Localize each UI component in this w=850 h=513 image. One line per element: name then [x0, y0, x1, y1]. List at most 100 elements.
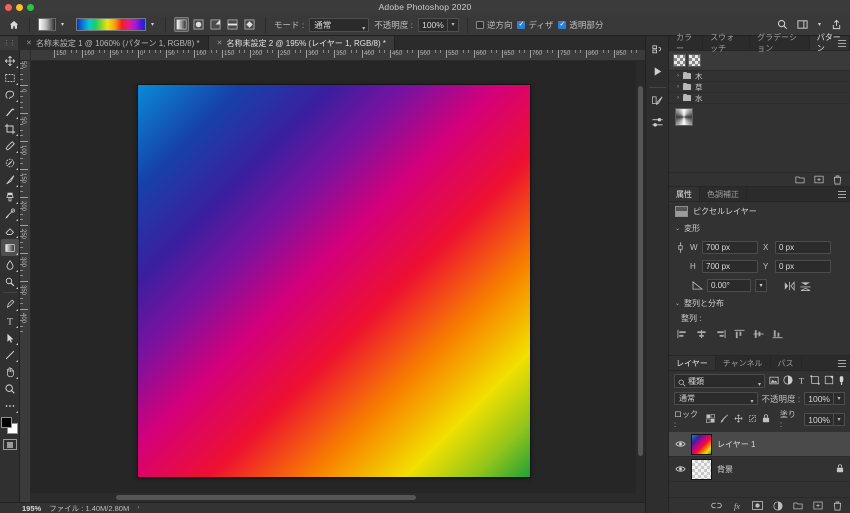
radial-gradient-button[interactable]	[191, 17, 206, 32]
edit-toolbar-tool[interactable]	[1, 397, 19, 414]
chevron-down-icon[interactable]: ▾	[815, 18, 824, 31]
chevron-down-icon[interactable]: ▾	[58, 18, 67, 31]
checkbox-box[interactable]	[558, 20, 567, 29]
linear-gradient-button[interactable]	[174, 17, 189, 32]
type-tool[interactable]: T	[1, 312, 19, 329]
flip-horizontal-icon[interactable]	[783, 280, 796, 291]
radial-gray-pattern[interactable]	[675, 108, 693, 126]
crop-tool[interactable]	[1, 120, 19, 137]
vertical-ruler[interactable]: 50 0 50 100 150 200 250 300 350 400	[20, 61, 31, 502]
delete-layer-icon[interactable]	[833, 501, 842, 511]
dither-checkbox[interactable]: ディザ	[517, 19, 553, 31]
actions-panel-icon[interactable]	[648, 62, 667, 81]
width-input[interactable]: 700 px	[702, 240, 758, 254]
adjustment-layer-icon[interactable]	[773, 500, 783, 511]
link-layers-icon[interactable]	[711, 502, 722, 509]
gradient-preset-picker[interactable]: ▾	[76, 18, 157, 31]
tool-flyout-arrow[interactable]	[15, 270, 18, 272]
checker-pattern-2[interactable]	[688, 54, 701, 67]
checkbox-box[interactable]	[475, 20, 484, 29]
reverse-checkbox[interactable]: 逆方向	[475, 19, 512, 31]
zoom-tool[interactable]	[1, 380, 19, 397]
tab-grabber-handle[interactable]: ⋮⋮	[0, 36, 18, 50]
chevron-right-icon[interactable]: ›	[677, 84, 679, 90]
flip-vertical-icon[interactable]	[800, 280, 811, 292]
diamond-gradient-button[interactable]	[242, 17, 257, 32]
eyedropper-tool[interactable]	[1, 137, 19, 154]
lasso-tool[interactable]	[1, 86, 19, 103]
opacity-stepper[interactable]: 100% ▾	[417, 17, 459, 32]
new-pattern-icon[interactable]	[814, 175, 824, 184]
pattern-group-row[interactable]: › 草	[669, 82, 850, 93]
tab-channels[interactable]: チャンネル	[715, 356, 771, 370]
chevron-right-icon[interactable]: ›	[677, 95, 679, 101]
align-center-v-icon[interactable]	[753, 329, 764, 341]
close-icon[interactable]: ✕	[217, 39, 223, 47]
tool-flyout-arrow[interactable]	[15, 219, 18, 221]
layer-mask-icon[interactable]	[752, 501, 763, 510]
tool-flyout-arrow[interactable]	[15, 185, 18, 187]
scrollbar-thumb[interactable]	[638, 86, 643, 456]
hand-tool[interactable]	[1, 363, 19, 380]
color-swatches[interactable]	[0, 417, 19, 435]
layer-name[interactable]: 背景	[717, 464, 831, 475]
chevron-right-icon[interactable]: ›	[677, 73, 679, 79]
transform-section-header[interactable]: ⌄ 変形	[669, 221, 850, 236]
scrollbar-thumb[interactable]	[116, 495, 416, 500]
panel-menu-icon[interactable]	[838, 360, 846, 367]
layer-visibility-icon[interactable]	[675, 465, 686, 473]
align-right-icon[interactable]	[715, 329, 726, 341]
layer-name[interactable]: レイヤー 1	[717, 439, 844, 450]
tab-swatches[interactable]: スウォッチ	[703, 33, 751, 53]
tab-adjustments[interactable]: 色調補正	[700, 187, 747, 201]
filter-type-icon[interactable]: T	[797, 375, 806, 387]
canvas-area[interactable]	[31, 61, 645, 502]
tool-flyout-arrow[interactable]	[15, 287, 18, 289]
blur-tool[interactable]	[1, 256, 19, 273]
new-layer-icon[interactable]	[813, 501, 823, 510]
tool-preset-picker[interactable]: ▾	[38, 18, 67, 31]
tool-flyout-arrow[interactable]	[15, 411, 18, 413]
layer-thumbnail[interactable]	[691, 458, 712, 480]
history-brush-tool[interactable]	[1, 205, 19, 222]
tool-flyout-arrow[interactable]	[15, 326, 18, 328]
clone-stamp-tool[interactable]	[1, 188, 19, 205]
new-group-icon[interactable]	[795, 175, 805, 184]
chevron-down-icon[interactable]: ▾	[834, 392, 845, 405]
tab-color[interactable]: カラー	[669, 33, 704, 53]
magic-wand-tool[interactable]	[1, 103, 19, 120]
layer-row-2[interactable]: 背景	[669, 457, 850, 482]
brush-tool[interactable]	[1, 171, 19, 188]
filter-adjustment-icon[interactable]	[783, 375, 793, 387]
lock-transparent-icon[interactable]	[706, 413, 715, 425]
tool-flyout-arrow[interactable]	[15, 343, 18, 345]
panel-menu-icon[interactable]	[838, 40, 846, 47]
document-tab-2[interactable]: ✕ 名称未設定 2 @ 195% (レイヤー 1, RGB/8) *	[208, 36, 395, 50]
gradient-artboard[interactable]	[138, 85, 530, 477]
pen-tool[interactable]	[1, 295, 19, 312]
tool-flyout-arrow[interactable]	[15, 117, 18, 119]
x-input[interactable]: 0 px	[775, 240, 831, 254]
align-bottom-icon[interactable]	[772, 329, 783, 341]
canvas-scrollbar-horizontal[interactable]	[31, 493, 636, 502]
lock-nesting-icon[interactable]	[748, 414, 757, 425]
pattern-group-row[interactable]: › 水	[669, 93, 850, 104]
history-panel-icon[interactable]	[648, 41, 667, 60]
blend-mode-select[interactable]: 通常 ▾	[309, 17, 370, 32]
tab-layers[interactable]: レイヤー	[669, 356, 716, 370]
tool-flyout-arrow[interactable]	[15, 83, 18, 85]
layer-blend-mode-select[interactable]: 通常 ▾	[674, 392, 758, 405]
spot-healing-brush-tool[interactable]	[1, 154, 19, 171]
reflected-gradient-button[interactable]	[225, 17, 240, 32]
tab-gradients[interactable]: グラデーション	[750, 33, 810, 53]
tool-flyout-arrow[interactable]	[15, 168, 18, 170]
gradient-preset-swatch[interactable]	[76, 18, 146, 31]
tool-flyout-arrow[interactable]	[15, 134, 18, 136]
tool-flyout-arrow[interactable]	[15, 100, 18, 102]
new-group-icon[interactable]	[793, 501, 803, 510]
chevron-down-icon[interactable]: ▾	[148, 18, 157, 31]
tab-properties[interactable]: 属性	[669, 187, 700, 201]
align-section-header[interactable]: ⌄ 整列と分布	[669, 296, 850, 311]
tool-flyout-arrow[interactable]	[15, 202, 18, 204]
chevron-down-icon[interactable]: ⌄	[675, 225, 680, 232]
